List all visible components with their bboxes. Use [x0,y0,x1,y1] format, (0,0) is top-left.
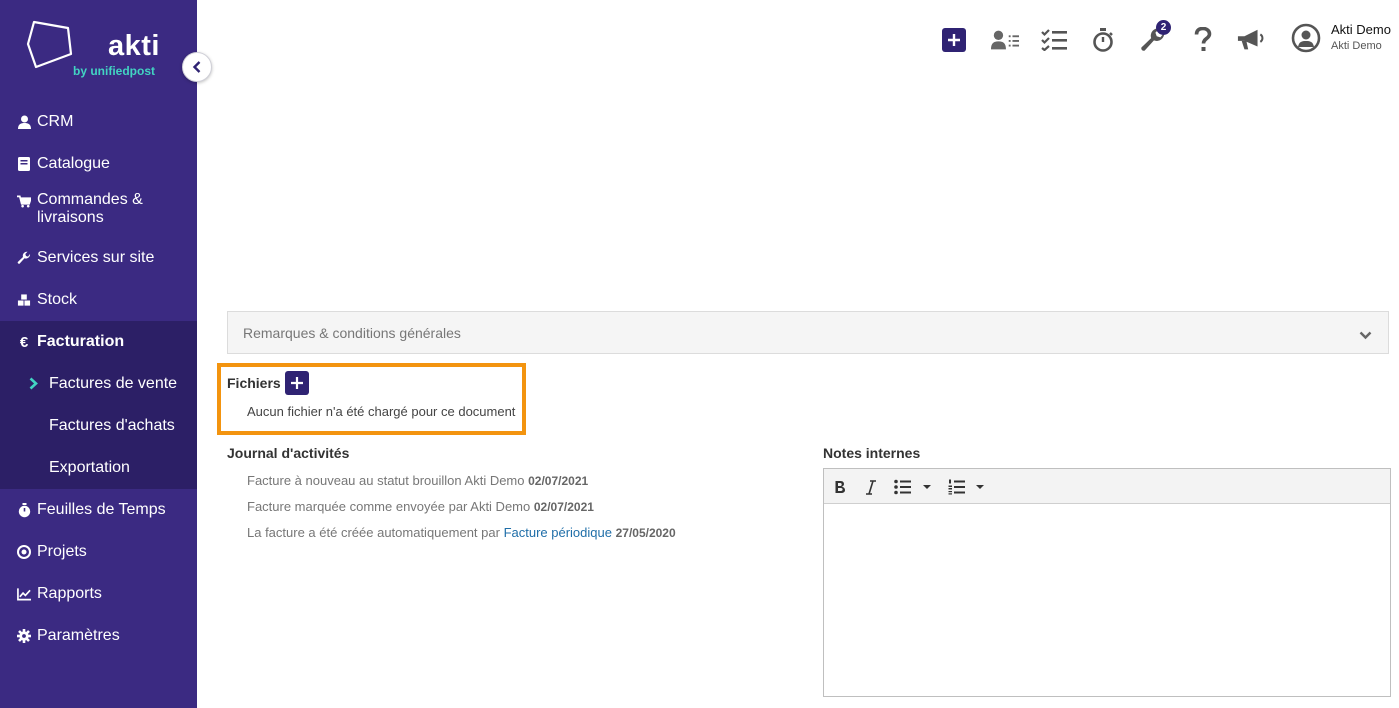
logo-tagline: by unifiedpost [73,64,155,78]
journal-entry: Facture marquée comme envoyée par Akti D… [247,499,594,514]
bold-icon [835,481,845,493]
facturation-submenu: Factures de vente Factures d'achats Expo… [0,363,197,489]
italic-icon [866,479,876,495]
chevron-left-icon [192,61,201,73]
book-icon [17,156,31,172]
announcements-button[interactable] [1237,26,1265,54]
sidebar-subitem-exportation[interactable]: Exportation [0,447,197,489]
app: akti by unifiedpost CRM Catalogue Comman… [0,0,1399,708]
notification-badge: 2 [1156,20,1171,35]
timer-button[interactable] [1089,26,1117,54]
euro-icon: € [19,333,29,351]
sidebar-item-label: Commandes & livraisons [37,191,143,226]
journal-entry-date: 27/05/2020 [615,526,676,540]
contacts-list-icon [991,30,1019,50]
plus-icon [948,34,960,46]
sidebar-item-label: Facturation [37,333,125,350]
remarks-label: Remarques & conditions générales [243,324,461,341]
italic-button[interactable] [865,477,877,497]
journal-entry-date: 02/07/2021 [528,474,589,488]
journal-title: Journal d'activités [227,445,350,461]
sidebar-item-label: Paramètres [37,627,120,644]
add-file-button[interactable] [285,371,309,395]
bullet-list-button[interactable] [894,477,934,497]
sidebar-subitem-factures-achats[interactable]: Factures d'achats [0,405,197,447]
collapse-sidebar-button[interactable] [182,52,212,82]
interventions-button[interactable]: 2 [1139,20,1171,54]
megaphone-icon [1237,29,1264,50]
journal-entry-text: Facture marquée comme envoyée par Akti D… [247,499,531,514]
logo-shape-icon [26,20,73,69]
sidebar-item-commandes[interactable]: Commandes & livraisons [0,185,197,237]
plus-icon [291,377,303,389]
notes-textarea[interactable] [824,504,1390,696]
sidebar-item-crm[interactable]: CRM [0,101,197,143]
topbar: 2 Akti Demo Akti Demo [197,0,1399,80]
sidebar-item-label: Projets [37,543,87,560]
quick-add-button[interactable] [942,28,966,52]
tasks-button[interactable] [1040,26,1068,54]
contacts-list-button[interactable] [991,26,1019,54]
sidebar-item-facturation[interactable]: € Facturation [0,321,197,363]
chevron-down-icon [1359,327,1372,343]
help-button[interactable] [1189,26,1217,54]
chevron-right-icon [29,377,38,395]
sidebar-subitem-label: Factures d'achats [49,417,175,434]
sidebar-item-label: Stock [37,291,78,308]
sidebar-item-stock[interactable]: Stock [0,279,197,321]
sidebar-item-feuilles-temps[interactable]: Feuilles de Temps [0,489,197,531]
target-icon [17,544,31,560]
sidebar-item-catalogue[interactable]: Catalogue [0,143,197,185]
user-name: Akti Demo [1331,22,1391,37]
sidebar-item-rapports[interactable]: Rapports [0,573,197,615]
sidebar-item-parametres[interactable]: Paramètres [0,615,197,657]
remarks-accordion[interactable]: Remarques & conditions générales [227,311,1389,354]
sidebar-item-services[interactable]: Services sur site [0,237,197,279]
sidebar-item-label: Feuilles de Temps [37,501,166,518]
editor-toolbar [824,469,1390,504]
sidebar-nav: CRM Catalogue Commandes & livraisons Ser… [0,101,197,657]
cart-icon [17,193,31,209]
user-circle-icon [1291,23,1321,53]
files-empty-message: Aucun fichier n'a été chargé pour ce doc… [247,404,516,419]
journal-entry-text: La facture a été créée automatiquement p… [247,525,500,540]
files-highlight-box [217,363,526,435]
sidebar-subitem-factures-vente[interactable]: Factures de vente [0,363,197,405]
notes-title: Notes internes [823,445,921,461]
sidebar-item-label: Services sur site [37,249,155,266]
user-org: Akti Demo [1331,40,1382,52]
notes-editor [823,468,1391,697]
sidebar-item-label: Rapports [37,585,102,602]
bullet-list-icon [894,479,931,495]
sidebar-subitem-label: Exportation [49,459,130,476]
akti-logo[interactable]: akti by unifiedpost [26,20,171,82]
numbered-list-icon [948,479,984,495]
journal-entry-date: 02/07/2021 [533,500,594,514]
cubes-icon [17,292,31,308]
stopwatch-icon [17,502,31,518]
question-icon [1194,27,1212,51]
gear-icon [17,628,31,644]
user-avatar-button[interactable] [1290,22,1322,54]
wrench-icon [17,250,31,266]
user-icon [17,114,31,130]
files-title: Fichiers [227,375,281,391]
line-chart-icon [17,586,31,602]
journal-entry: Facture à nouveau au statut brouillon Ak… [247,473,588,488]
sidebar-item-projets[interactable]: Projets [0,531,197,573]
bold-button[interactable] [834,477,846,497]
stopwatch-icon [1093,28,1113,52]
logo-wordmark: akti [108,30,160,62]
journal-entry-text: Facture à nouveau au statut brouillon Ak… [247,473,525,488]
numbered-list-button[interactable] [948,477,986,497]
sidebar-item-label: Catalogue [37,155,110,172]
sidebar-item-label: CRM [37,113,74,130]
sidebar-subitem-label: Factures de vente [49,375,178,392]
journal-entry: La facture a été créée automatiquement p… [247,525,676,540]
recurring-invoice-link[interactable]: Facture périodique [504,525,612,540]
checklist-icon [1041,29,1067,51]
sidebar: akti by unifiedpost CRM Catalogue Comman… [0,0,197,708]
